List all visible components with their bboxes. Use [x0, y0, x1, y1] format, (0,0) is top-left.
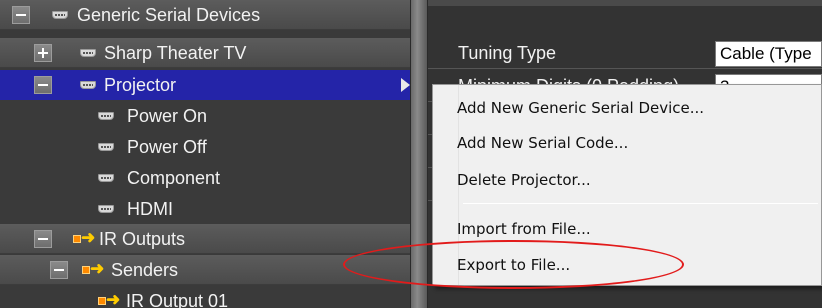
menu-separator [463, 203, 818, 204]
device-tree: Generic Serial Devices Sharp Theater TV … [0, 0, 410, 308]
ir-output-icon: ➜ [82, 259, 104, 278]
menu-item-export-to-file[interactable]: Export to File... [457, 250, 819, 280]
menu-item-add-generic-serial-device[interactable]: Add New Generic Serial Device... [457, 93, 819, 123]
tree-item-power-on[interactable]: Power On [0, 101, 410, 131]
tree-item-label: Power Off [127, 137, 207, 157]
tree-item-label: HDMI [127, 199, 173, 219]
tree-item-generic-serial-devices[interactable]: Generic Serial Devices [0, 0, 410, 30]
collapse-icon[interactable] [50, 261, 68, 279]
menu-item-import-from-file[interactable]: Import from File... [457, 214, 819, 244]
serial-port-icon [80, 81, 96, 89]
tree-item-label: IR Outputs [99, 229, 186, 249]
collapse-icon[interactable] [12, 6, 30, 24]
serial-port-icon [80, 49, 96, 57]
menu-item-delete-projector[interactable]: Delete Projector... [457, 165, 819, 195]
ir-output-icon: ➜ [98, 290, 120, 308]
tree-item-label: Projector [104, 75, 177, 95]
ir-output-icon: ➜ [73, 228, 95, 247]
collapse-icon[interactable] [34, 76, 52, 94]
tree-item-ir-output-01[interactable]: ➜ IR Output 01 [0, 286, 410, 308]
tree-item-label: Generic Serial Devices [77, 5, 261, 25]
menu-icon-gutter [433, 85, 459, 285]
panel-splitter[interactable] [410, 0, 428, 308]
property-row-tuning-type: Tuning Type Cable (Type [428, 37, 822, 69]
collapse-icon[interactable] [34, 230, 52, 248]
submenu-arrow-icon [401, 78, 410, 92]
tree-item-hdmi[interactable]: HDMI [0, 194, 410, 224]
serial-port-icon [98, 112, 114, 120]
tree-item-senders[interactable]: ➜ Senders [0, 255, 410, 285]
tree-item-label: IR Output 01 [126, 291, 229, 308]
tree-item-label: Component [127, 168, 221, 188]
menu-item-add-serial-code[interactable]: Add New Serial Code... [457, 128, 819, 158]
serial-port-icon [98, 143, 114, 151]
tuning-type-field[interactable]: Cable (Type [715, 41, 822, 67]
panel-top-border [428, 0, 822, 6]
tree-item-sharp-theater-tv[interactable]: Sharp Theater TV [0, 38, 410, 68]
tree-item-label: Sharp Theater TV [104, 43, 247, 63]
tree-item-component[interactable]: Component [0, 163, 410, 193]
tree-item-power-off[interactable]: Power Off [0, 132, 410, 162]
serial-port-icon [98, 174, 114, 182]
tree-item-label: Senders [111, 260, 179, 280]
context-menu: Add New Generic Serial Device... Add New… [432, 84, 822, 286]
tuning-type-label: Tuning Type [458, 43, 557, 63]
tree-item-ir-outputs[interactable]: ➜ IR Outputs [0, 224, 410, 254]
serial-port-icon [98, 205, 114, 213]
tree-item-projector[interactable]: Projector [0, 70, 410, 100]
tree-item-label: Power On [127, 106, 208, 126]
expand-icon[interactable] [34, 44, 52, 62]
serial-port-icon [52, 11, 68, 19]
